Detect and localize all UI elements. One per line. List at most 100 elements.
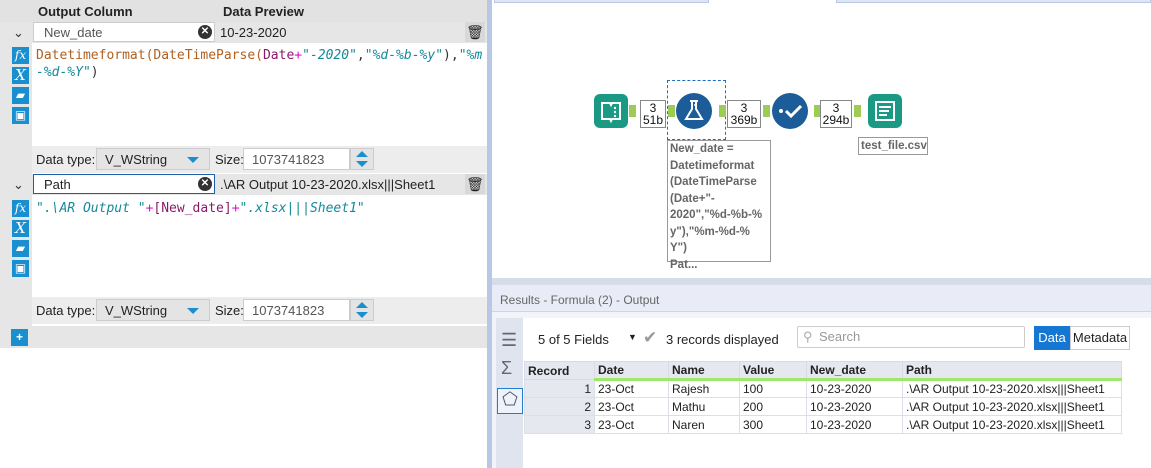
flask-icon xyxy=(684,100,704,120)
expression-token: "%d-%b-%y" xyxy=(364,48,444,63)
size-stepper[interactable] xyxy=(350,299,374,321)
drag-handle[interactable] xyxy=(0,174,10,326)
annotation-line: Pat... xyxy=(670,258,698,271)
table-cell: 100 xyxy=(739,379,807,398)
search-icon: ⚲ xyxy=(803,329,813,344)
sigma-icon[interactable]: Σ xyxy=(501,358,512,379)
table-row[interactable]: 2 23-Oct Mathu 200 10-23-2020 .\AR Output 10-… xyxy=(524,397,1122,416)
document-icon xyxy=(875,101,895,121)
chevron-down-icon[interactable]: ⌄ xyxy=(13,177,24,193)
table-row[interactable]: 1 23-Oct Rajesh 100 10-23-2020 .\AR Output 10… xyxy=(524,379,1122,398)
annotation-line: (Date+"- xyxy=(670,192,715,205)
table-row[interactable]: 3 23-Oct Naren 300 10-23-2020 .\AR Output 10-… xyxy=(524,415,1122,434)
column-header: Output Column Data Preview xyxy=(0,0,487,22)
save-icon[interactable]: ▣ xyxy=(12,107,29,124)
output-column-input[interactable]: New_date xyxy=(33,22,215,42)
table-view-icon[interactable]: ☰ xyxy=(501,330,517,351)
add-row: + xyxy=(0,326,487,348)
tag-icon[interactable]: ⬠ xyxy=(497,388,523,414)
expression-editor[interactable]: ".\AR Output "+[New_date]+".xlsx|||Sheet… xyxy=(32,196,487,296)
table-cell: Rajesh xyxy=(668,379,740,398)
results-title-bar: Results - Formula (2) - Output xyxy=(492,285,1151,312)
delete-field-button[interactable]: 🗑 xyxy=(465,22,485,42)
data-type-label: Data type: xyxy=(36,303,96,318)
expression-token: ".\AR Output " xyxy=(36,201,146,216)
clear-icon[interactable]: ✕ xyxy=(198,25,212,39)
dropdown-caret-icon[interactable]: ▼ xyxy=(628,332,637,342)
results-sidebar: ☰ Σ ⬠ xyxy=(496,318,523,468)
save-icon[interactable]: ▣ xyxy=(12,260,29,277)
expression-token: + xyxy=(294,48,303,63)
data-type-select[interactable]: V_WString xyxy=(96,148,210,170)
formula-field-row: ⌄ Path ✕ .\AR Output 10-23-2020.xlsx|||S… xyxy=(0,174,487,326)
formula-config-panel: Output Column Data Preview ⌄ New_date ✕ … xyxy=(0,0,487,468)
annotation-line: Y") xyxy=(670,242,687,254)
book-icon xyxy=(601,102,621,124)
search-input[interactable]: ⚲ Search xyxy=(797,326,1025,348)
variable-icon[interactable]: X xyxy=(12,220,29,237)
input-anchor[interactable] xyxy=(763,105,770,117)
select-tool[interactable] xyxy=(772,93,808,129)
size-stepper[interactable] xyxy=(350,148,374,170)
expression-token: , xyxy=(356,48,365,63)
folder-open-icon[interactable]: ▰ xyxy=(12,240,29,257)
output-anchor[interactable] xyxy=(629,105,636,117)
fields-selector[interactable]: 5 of 5 Fields xyxy=(538,332,609,347)
clear-icon[interactable]: ✕ xyxy=(198,177,212,191)
table-cell: 2 xyxy=(524,397,595,416)
size-input[interactable]: 1073741823 xyxy=(243,148,350,170)
column-header-date[interactable]: Date xyxy=(594,361,669,381)
results-content: 5 of 5 Fields ▼ ✔ 3 records displayed ⚲ … xyxy=(523,318,1151,468)
search-placeholder: Search xyxy=(819,329,861,344)
formula-annotation: New_date = Datetimeformat (DateTimeParse (D… xyxy=(667,140,771,271)
data-type-value: V_WString xyxy=(105,152,168,167)
table-cell: 10-23-2020 xyxy=(806,397,903,416)
column-header-record[interactable]: Record xyxy=(524,361,595,380)
tab-strip-right xyxy=(836,0,1151,3)
expression-token: "-2020" xyxy=(302,48,357,63)
table-cell: 23-Oct xyxy=(594,379,669,398)
input-anchor[interactable] xyxy=(854,105,861,117)
output-anchor[interactable] xyxy=(719,105,726,117)
expression-token: ) xyxy=(90,65,99,80)
table-cell: 23-Oct xyxy=(594,397,669,416)
annotation-line: y"),"%m-%d-% xyxy=(670,225,750,238)
delete-field-button[interactable]: 🗑 xyxy=(465,174,485,194)
function-icon[interactable]: fx xyxy=(12,47,29,64)
add-field-button[interactable]: + xyxy=(11,329,28,346)
connection-count-2: 3 369b xyxy=(727,100,761,128)
annotation-line: New_date = xyxy=(670,143,734,155)
records-count: 3 records displayed xyxy=(666,332,779,347)
expression-editor[interactable]: Datetimeformat(DateTimeParse(Date+"-2020… xyxy=(32,43,487,145)
column-header-value[interactable]: Value xyxy=(739,361,807,381)
expression-token: ), xyxy=(443,48,459,63)
size-input[interactable]: 1073741823 xyxy=(243,299,350,321)
data-button[interactable]: Data xyxy=(1034,326,1070,350)
metadata-button[interactable]: Metadata xyxy=(1070,326,1130,350)
output-column-input[interactable]: Path xyxy=(33,174,215,194)
annotation-line: 2020","%d-%b-% xyxy=(670,209,763,221)
table-cell: 10-23-2020 xyxy=(806,379,903,398)
trash-icon: 🗑 xyxy=(466,176,484,192)
chevron-down-icon[interactable]: ⌄ xyxy=(13,25,24,41)
trash-icon: 🗑 xyxy=(466,24,484,40)
column-header-new_date[interactable]: New_date xyxy=(806,361,903,381)
input-data-tool[interactable] xyxy=(594,94,628,128)
connection-count-1: 3 51b xyxy=(640,100,666,128)
folder-open-icon[interactable]: ▰ xyxy=(12,87,29,104)
table-cell: 200 xyxy=(739,397,807,416)
data-preview-header: Data Preview xyxy=(223,4,304,19)
column-header-path[interactable]: Path xyxy=(902,361,1122,381)
data-preview-value: 10-23-2020 xyxy=(220,25,287,40)
output-data-tool[interactable] xyxy=(868,94,902,128)
function-icon[interactable]: fx xyxy=(12,200,29,217)
variable-icon[interactable]: X xyxy=(12,67,29,84)
formula-tool[interactable] xyxy=(676,93,712,129)
results-splitter[interactable] xyxy=(492,278,1151,285)
data-type-select[interactable]: V_WString xyxy=(96,299,210,321)
dropdown-caret-icon xyxy=(187,157,199,163)
column-header-name[interactable]: Name xyxy=(668,361,740,381)
table-cell: .\AR Output 10-23-2020.xlsx|||Sheet1 xyxy=(902,415,1122,434)
workflow-canvas[interactable]: 3 51b 3 369b 3 294b New_date = Datetimeforma… xyxy=(492,0,1151,278)
drag-handle[interactable] xyxy=(0,22,10,174)
